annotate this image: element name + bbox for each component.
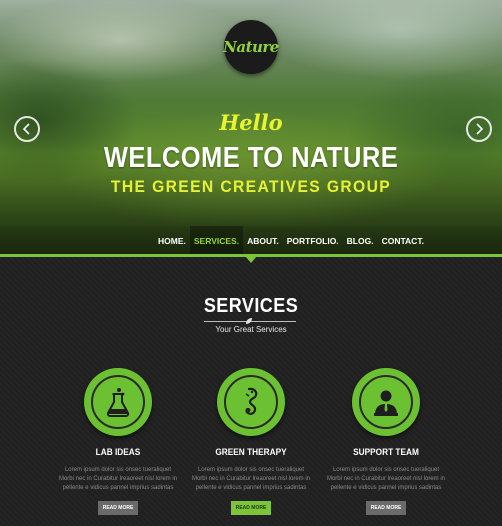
nav-item-home[interactable]: HOME. [154, 226, 190, 255]
read-more-button[interactable]: READ MORE [98, 501, 138, 515]
service-title: GREEN THERAPY [215, 447, 287, 457]
service-icon-circle [217, 368, 285, 436]
read-more-button[interactable]: READ MORE [366, 501, 406, 515]
service-card-green-therapy: GREEN THERAPY Lorem ipsum dolor sis onse… [181, 368, 321, 515]
flask-icon [106, 388, 130, 417]
nav-item-services[interactable]: SERVICES. [189, 226, 244, 255]
service-card-lab-ideas: LAB IDEAS Lorem ipsum dolor sis onsec tu… [48, 368, 188, 515]
service-icon-circle [352, 368, 420, 436]
nav-item-about[interactable]: ABOUT. [243, 226, 283, 255]
service-title: LAB IDEAS [95, 447, 141, 457]
nav-item-contact[interactable]: CONTACT. [378, 226, 428, 255]
hero-title: WELCOME TO NATURE [103, 142, 399, 174]
service-icon-circle [84, 368, 152, 436]
hero-greeting: Hello [219, 110, 283, 135]
logo-text: Nature [223, 38, 279, 56]
section-subtitle: Your Great Services [215, 325, 287, 334]
logo[interactable]: Nature [223, 20, 279, 74]
active-nav-pointer [245, 256, 257, 263]
seahorse-icon [245, 387, 258, 415]
services-section: SERVICES Your Great Services LAB IDEAS L… [0, 257, 502, 526]
nav-item-blog[interactable]: BLOG. [343, 226, 378, 255]
section-title: SERVICES [203, 295, 299, 317]
service-description: Lorem ipsum dolor sis onsec tueraliquet … [326, 467, 446, 491]
read-more-button[interactable]: READ MORE [231, 501, 271, 515]
leaf-icon [246, 318, 252, 324]
main-nav-bar: HOME. SERVICES. ABOUT. PORTFOLIO. BLOG. … [0, 226, 502, 255]
service-title: SUPPORT TEAM [353, 447, 419, 457]
service-description: Lorem ipsum dolor sis onsec tueraliquet … [191, 467, 311, 491]
main-nav: HOME. SERVICES. ABOUT. PORTFOLIO. BLOG. … [154, 226, 428, 255]
service-description: Lorem ipsum dolor sis onsec tueraliquet … [58, 467, 178, 491]
service-card-support-team: SUPPORT TEAM Lorem ipsum dolor sis onsec… [316, 368, 456, 515]
nav-item-portfolio[interactable]: PORTFOLIO. [283, 226, 343, 255]
hero-subtitle: THE GREEN CREATIVES GROUP [110, 177, 392, 196]
person-icon [374, 390, 398, 416]
